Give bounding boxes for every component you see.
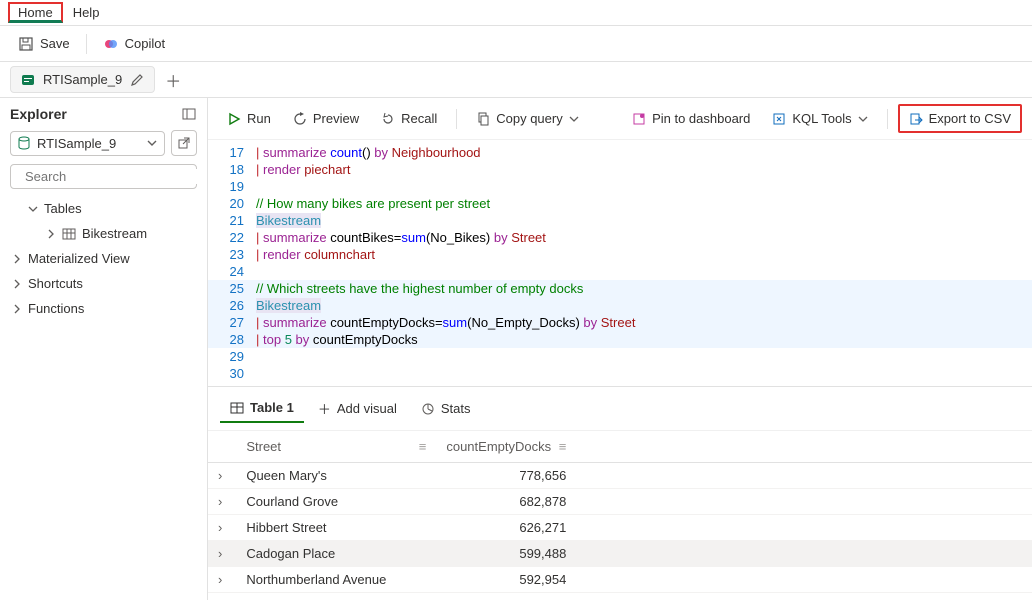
preview-button[interactable]: Preview [284,106,368,131]
explorer-tree: Tables Bikestream Materialized View Shor… [10,197,197,320]
table-icon [230,401,244,415]
tree-shortcuts[interactable]: Shortcuts [10,272,197,295]
results-tab-addvisual[interactable]: ＋ Add visual [308,393,407,424]
copilot-button[interactable]: Copilot [95,32,173,56]
chevron-down-icon [569,114,579,124]
code-editor[interactable]: 17| summarize count() by Neighbourhood 1… [208,140,1032,386]
tree-tables[interactable]: Tables [10,197,197,220]
copilot-icon [103,36,119,52]
play-icon [227,112,241,126]
recall-button[interactable]: Recall [372,106,446,131]
chevron-right-icon [12,254,22,264]
chevron-down-icon [858,114,868,124]
results-tabs: Table 1 ＋ Add visual Stats [208,387,1032,431]
table-row[interactable]: ›Northumberland Avenue592,954 [208,567,1032,593]
table-row[interactable]: ›Cadogan Place599,488 [208,541,1032,567]
database-icon [17,136,31,150]
action-separator [456,109,457,129]
stats-icon [421,402,435,416]
menubar: Home Help [0,0,1032,26]
export-csv-button[interactable]: Export to CSV [898,104,1022,133]
action-bar: Run Preview Recall Copy query Pin to das… [208,98,1032,140]
add-tab-button[interactable]: ＋ [161,68,185,92]
db-selector[interactable]: RTISample_9 [10,131,165,156]
tree-tables-label: Tables [44,201,82,216]
preview-label: Preview [313,111,359,126]
results-header-row: Street≡ countEmptyDocks ≡ [208,431,1032,463]
copy-icon [476,112,490,126]
export-icon [909,112,923,126]
table-row[interactable]: ›Queen Mary's778,656 [208,463,1032,489]
chevron-right-icon [12,279,22,289]
action-separator [887,109,888,129]
db-select-row: RTISample_9 [10,130,197,156]
results-tab-addvisual-label: Add visual [337,401,397,416]
tree-functions[interactable]: Functions [10,297,197,320]
recall-label: Recall [401,111,437,126]
open-external-button[interactable] [171,130,197,156]
tabstrip: RTISample_9 ＋ [0,62,1032,98]
open-external-icon [177,136,191,150]
explorer-search[interactable] [10,164,197,189]
results-tab-table1[interactable]: Table 1 [220,394,304,423]
tools-icon [772,112,786,126]
main-content: Explorer RTISample_9 Tables [0,98,1032,600]
save-icon [18,36,34,52]
queryset-icon [21,73,35,87]
results-tab-stats[interactable]: Stats [411,395,481,422]
file-tab-rtisample9[interactable]: RTISample_9 [10,66,155,93]
save-button[interactable]: Save [10,32,78,56]
pin-icon [632,112,646,126]
refresh-icon [293,112,307,126]
pencil-icon[interactable] [130,73,144,87]
plus-icon: ＋ [165,68,181,92]
chevron-right-icon [12,304,22,314]
copilot-label: Copilot [125,36,165,51]
explorer-panel: Explorer RTISample_9 Tables [0,98,208,600]
kql-tools-button[interactable]: KQL Tools [763,106,876,131]
toolbar-separator [86,34,87,54]
tree-bikestream[interactable]: Bikestream [10,222,197,245]
tree-matview-label: Materialized View [28,251,130,266]
table-row[interactable]: ›Hibbert Street626,271 [208,515,1032,541]
explorer-title: Explorer [10,106,67,122]
col-street[interactable]: Street≡ [236,431,436,463]
plus-icon: ＋ [318,399,331,418]
table-icon [62,227,76,241]
save-label: Save [40,36,70,51]
db-name: RTISample_9 [37,136,140,151]
menu-home[interactable]: Home [8,2,63,23]
results-tab-stats-label: Stats [441,401,471,416]
tree-bikestream-label: Bikestream [82,226,147,241]
results-table[interactable]: Street≡ countEmptyDocks ≡ ›Queen Mary's7… [208,431,1032,600]
tree-functions-label: Functions [28,301,84,316]
chevron-right-icon [46,229,56,239]
run-button[interactable]: Run [218,106,280,131]
chevron-down-icon [28,204,38,214]
file-tab-label: RTISample_9 [43,72,122,87]
tree-materialized-view[interactable]: Materialized View [10,247,197,270]
editor-pane: Run Preview Recall Copy query Pin to das… [208,98,1032,600]
col-count[interactable]: countEmptyDocks ≡ [436,431,576,463]
results-panel: Table 1 ＋ Add visual Stats Street≡ [208,386,1032,600]
chevron-down-icon [146,137,158,149]
search-input[interactable] [25,169,201,184]
results-tab-table1-label: Table 1 [250,400,294,415]
tree-shortcuts-label: Shortcuts [28,276,83,291]
menu-help[interactable]: Help [63,2,110,23]
panel-collapse-icon[interactable] [181,106,197,122]
toolbar: Save Copilot [0,26,1032,62]
pin-dashboard-button[interactable]: Pin to dashboard [623,106,759,131]
table-row[interactable]: ›Courland Grove682,878 [208,489,1032,515]
export-label: Export to CSV [929,111,1011,126]
pin-label: Pin to dashboard [652,111,750,126]
copy-query-button[interactable]: Copy query [467,106,587,131]
copy-label: Copy query [496,111,562,126]
run-label: Run [247,111,271,126]
explorer-header: Explorer [10,106,197,122]
recall-icon [381,112,395,126]
kql-label: KQL Tools [792,111,851,126]
